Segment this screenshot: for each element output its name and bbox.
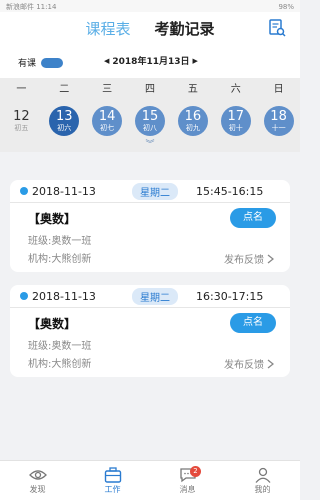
week-header: 一 二 三 四 五 六 日 bbox=[0, 78, 300, 102]
class-line: 班级:奥数一班 bbox=[28, 341, 92, 352]
has-class-toggle[interactable] bbox=[41, 57, 64, 68]
nav-mine[interactable]: 我的 bbox=[225, 461, 300, 500]
publish-feedback-link[interactable]: 发布反馈 bbox=[224, 356, 274, 371]
weekday-label: 日 bbox=[273, 84, 284, 95]
feedback-label: 发布反馈 bbox=[224, 255, 264, 266]
status-bar: 新浪邮件 11:14 98% bbox=[0, 0, 300, 12]
nav-label: 我的 bbox=[254, 484, 271, 494]
day-cell-14[interactable]: 14 初七 bbox=[92, 106, 123, 136]
card-time: 15:45-16:15 bbox=[196, 185, 264, 198]
status-dot-icon bbox=[20, 187, 28, 195]
card-divider bbox=[10, 202, 290, 203]
days-row: 12 初五 13 初六 14 初七 15 初八 16 初九 17 初十 18 十… bbox=[0, 102, 300, 140]
day-number: 15 bbox=[141, 108, 159, 124]
weekday-label: 六 bbox=[230, 84, 241, 95]
status-right: 98% bbox=[278, 3, 294, 11]
day-cell-17[interactable]: 17 初十 bbox=[220, 106, 251, 136]
publish-feedback-link[interactable]: 发布反馈 bbox=[224, 251, 274, 266]
current-date[interactable]: 2018年11月13日 bbox=[112, 54, 189, 67]
bottom-nav: 发现 工作 2 消息 我的 bbox=[0, 460, 300, 500]
lunar-date: 初五 bbox=[14, 123, 29, 132]
eye-icon bbox=[28, 469, 47, 480]
search-doc-icon[interactable] bbox=[268, 19, 286, 37]
has-class-label: 有课 bbox=[18, 59, 37, 69]
course-card: 2018-11-13 星期二 16:30-17:15 【奥数】 点名 班级:奥数… bbox=[10, 285, 290, 377]
class-line: 班级:奥数一班 bbox=[28, 236, 92, 247]
day-number: 14 bbox=[98, 108, 116, 124]
nav-label: 消息 bbox=[179, 484, 196, 494]
chevron-right-icon bbox=[267, 358, 274, 369]
nav-discover[interactable]: 发现 bbox=[0, 461, 75, 500]
roll-call-button[interactable]: 点名 bbox=[230, 313, 276, 333]
course-title: 【奥数】 bbox=[28, 317, 77, 331]
message-count-badge: 2 bbox=[190, 466, 201, 477]
lunar-date: 初七 bbox=[100, 123, 115, 132]
nav-work[interactable]: 工作 bbox=[75, 461, 150, 500]
briefcase-icon bbox=[104, 466, 121, 483]
date-navigator: ◀ 2018年11月13日 ▶ bbox=[104, 54, 198, 68]
header: 课程表 考勤记录 bbox=[0, 12, 300, 44]
weekday-label: 五 bbox=[187, 84, 198, 95]
card-weekday: 星期二 bbox=[132, 288, 178, 305]
card-date: 2018-11-13 bbox=[32, 290, 96, 303]
card-time: 16:30-17:15 bbox=[196, 290, 264, 303]
nav-messages[interactable]: 2 消息 bbox=[150, 461, 225, 500]
day-number: 16 bbox=[184, 108, 202, 124]
day-cell-16[interactable]: 16 初九 bbox=[177, 106, 208, 136]
lunar-date: 初十 bbox=[228, 123, 243, 132]
feedback-label: 发布反馈 bbox=[224, 360, 264, 371]
day-number: 13 bbox=[56, 108, 73, 124]
chevron-right-icon bbox=[267, 253, 274, 264]
day-cell-12[interactable]: 12 初五 bbox=[6, 106, 36, 136]
card-header: 2018-11-13 星期二 16:30-17:15 bbox=[10, 285, 290, 307]
weekday-label: 四 bbox=[145, 84, 155, 95]
lunar-date: 初九 bbox=[185, 123, 200, 132]
nav-label: 发现 bbox=[29, 484, 46, 494]
day-number: 18 bbox=[270, 108, 287, 124]
lunar-date: 初八 bbox=[143, 123, 157, 132]
lunar-date: 十一 bbox=[271, 123, 286, 132]
org-line: 机构:大熊创新 bbox=[28, 254, 92, 265]
tab-schedule[interactable]: 课程表 bbox=[85, 18, 130, 39]
course-card: 2018-11-13 星期二 15:45-16:15 【奥数】 点名 班级:奥数… bbox=[10, 180, 290, 272]
roll-call-button[interactable]: 点名 bbox=[230, 208, 276, 228]
tab-attendance[interactable]: 考勤记录 bbox=[155, 18, 215, 39]
weekday-label: 一 bbox=[16, 84, 27, 95]
has-class-filter: 有课 bbox=[18, 56, 64, 69]
filter-row: 有课 ◀ 2018年11月13日 ▶ bbox=[0, 44, 300, 78]
card-divider bbox=[10, 307, 290, 308]
nav-label: 工作 bbox=[104, 484, 121, 494]
day-cell-18[interactable]: 18 十一 bbox=[263, 106, 294, 136]
person-icon bbox=[254, 467, 271, 483]
day-cell-13[interactable]: 13 初六 bbox=[49, 106, 80, 136]
status-dot-icon bbox=[20, 292, 28, 300]
next-week-icon[interactable]: ▶ bbox=[193, 57, 198, 65]
card-weekday: 星期二 bbox=[132, 183, 178, 200]
status-left: 新浪邮件 11:14 bbox=[6, 3, 57, 11]
day-number: 17 bbox=[227, 108, 244, 124]
day-cell-15[interactable]: 15 初八 bbox=[135, 106, 165, 136]
card-header: 2018-11-13 星期二 15:45-16:15 bbox=[10, 180, 290, 202]
expand-calendar-icon[interactable]: ︾ bbox=[0, 140, 300, 152]
prev-week-icon[interactable]: ◀ bbox=[104, 57, 109, 65]
weekday-label: 三 bbox=[102, 84, 113, 95]
day-number: 12 bbox=[13, 108, 30, 124]
org-line: 机构:大熊创新 bbox=[28, 359, 92, 370]
course-title: 【奥数】 bbox=[28, 212, 77, 226]
lunar-date: 初六 bbox=[57, 123, 72, 132]
card-date: 2018-11-13 bbox=[32, 185, 96, 198]
weekday-label: 二 bbox=[59, 84, 70, 95]
